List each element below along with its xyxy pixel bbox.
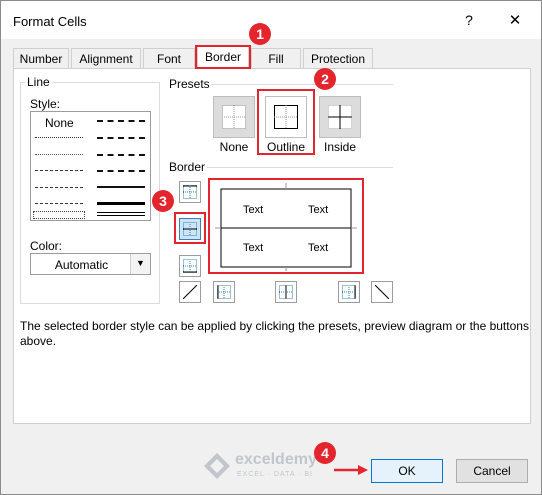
- presets-divider: [211, 84, 393, 85]
- style-dotted[interactable]: [35, 154, 83, 155]
- callout-badge-4: 4: [314, 442, 336, 464]
- border-right-button[interactable]: [338, 281, 360, 303]
- callout-badge-3: 3: [152, 190, 174, 212]
- style-medium-dash-dot[interactable]: [97, 154, 145, 156]
- style-none-option[interactable]: None: [45, 116, 74, 130]
- border-left-button[interactable]: [213, 281, 235, 303]
- color-dropdown[interactable]: Automatic ▼: [30, 253, 151, 275]
- style-dashed[interactable]: [35, 203, 83, 204]
- style-medium-dashed[interactable]: [97, 170, 145, 172]
- title-bar: Format Cells ? ✕: [1, 1, 541, 39]
- chevron-down-icon[interactable]: ▼: [130, 254, 150, 274]
- format-cells-dialog: Format Cells ? ✕ Number Alignment Font B…: [0, 0, 542, 495]
- border-diagonal-up-button[interactable]: [179, 281, 201, 303]
- help-button[interactable]: ?: [461, 12, 477, 28]
- cancel-button[interactable]: Cancel: [456, 459, 528, 483]
- style-dash-dot-dot[interactable]: [35, 170, 83, 171]
- exceldemy-logo-icon: [204, 453, 230, 479]
- border-divider: [207, 167, 393, 168]
- border-left-icon: [217, 285, 231, 299]
- presets-label: Presets: [169, 77, 210, 91]
- border-inside-vertical-icon: [279, 285, 293, 299]
- style-double[interactable]: [97, 212, 145, 216]
- tab-strip: Number Alignment Font Border Fill Protec…: [1, 46, 541, 68]
- tab-fill[interactable]: Fill: [251, 48, 301, 68]
- style-thin-selected[interactable]: [33, 211, 85, 219]
- line-group-label: Line: [25, 75, 52, 89]
- ok-button[interactable]: OK: [371, 459, 443, 483]
- diagonal-down-icon: [375, 285, 389, 299]
- style-thick[interactable]: [97, 202, 145, 205]
- style-label: Style:: [30, 97, 61, 111]
- preset-inside-button[interactable]: [319, 96, 361, 138]
- border-diagonal-down-button[interactable]: [371, 281, 393, 303]
- style-medium[interactable]: [97, 186, 145, 188]
- callout-box-outline: [257, 89, 315, 155]
- tab-protection[interactable]: Protection: [303, 48, 373, 68]
- style-dash-dot[interactable]: [35, 187, 83, 188]
- close-button[interactable]: ✕: [506, 11, 524, 29]
- style-slant-dash-dot[interactable]: [97, 137, 145, 139]
- tab-alignment[interactable]: Alignment: [71, 48, 141, 68]
- style-medium-dash-dot-dot[interactable]: [97, 120, 145, 122]
- diagonal-up-icon: [183, 285, 197, 299]
- preset-none-label: None: [219, 140, 249, 154]
- border-right-icon: [342, 285, 356, 299]
- border-bottom-button[interactable]: [179, 255, 201, 277]
- preset-none-icon: [222, 105, 246, 129]
- border-top-icon: [183, 185, 197, 199]
- preset-inside-label: Inside: [323, 140, 357, 154]
- arrow-right-icon: [334, 465, 368, 475]
- callout-badge-2: 2: [314, 68, 336, 90]
- border-top-button[interactable]: [179, 181, 201, 203]
- border-label: Border: [169, 160, 206, 174]
- info-text: The selected border style can be applied…: [20, 319, 529, 348]
- color-label: Color:: [30, 239, 63, 253]
- border-bottom-icon: [183, 259, 197, 273]
- preset-inside-icon: [328, 105, 352, 129]
- border-inside-vertical-button[interactable]: [275, 281, 297, 303]
- tab-font[interactable]: Font: [143, 48, 195, 68]
- callout-badge-1: 1: [249, 23, 271, 45]
- preset-none-button[interactable]: [213, 96, 255, 138]
- watermark-tagline: EXCEL · DATA · BI: [237, 471, 313, 478]
- callout-box-border-tab: [195, 45, 251, 69]
- callout-box-preview: [208, 178, 364, 274]
- color-value: Automatic: [54, 258, 109, 272]
- style-hair[interactable]: [35, 137, 83, 138]
- line-style-list[interactable]: None: [30, 111, 151, 221]
- dialog-title: Format Cells: [13, 14, 87, 29]
- watermark-name: exceldemy: [235, 451, 317, 468]
- tab-number[interactable]: Number: [13, 48, 69, 68]
- callout-box-inside-horizontal: [174, 212, 206, 244]
